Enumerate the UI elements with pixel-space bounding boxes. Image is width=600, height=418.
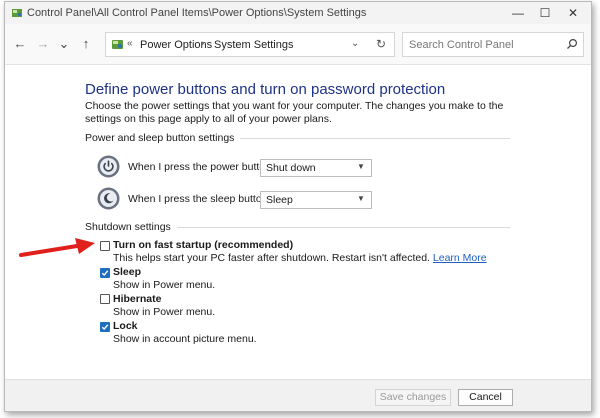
red-arrow-icon [19,238,95,257]
control-panel-window: Control Panel\All Control Panel Items\Po… [4,1,592,412]
search-icon[interactable] [566,38,578,50]
back-button[interactable]: ← [11,35,29,53]
chevron-down-icon: ▼ [357,194,365,203]
hibernate-checkbox[interactable] [100,294,110,304]
checkmark-icon [101,324,109,331]
checkmark-icon [101,270,109,277]
sleep-button-label: When I press the sleep button: [128,193,271,205]
window-title: Control Panel\All Control Panel Items\Po… [27,7,367,19]
save-changes-button[interactable]: Save changes [375,389,451,406]
control-panel-icon [112,40,123,49]
content-area: Define power buttons and turn on passwor… [5,65,591,379]
maximize-button[interactable]: ☐ [532,4,558,22]
power-button-label: When I press the power button: [128,161,274,173]
learn-more-link[interactable]: Learn More [433,252,487,264]
breadcrumb-system-settings[interactable]: System Settings [214,39,293,51]
search-input[interactable] [409,37,559,52]
sleep-option-label[interactable]: Sleep [113,266,141,278]
lock-checkbox[interactable] [100,322,110,332]
sleep-option-description: Show in Power menu. [113,279,216,291]
power-button-icon [97,155,120,178]
lock-option-description: Show in account picture menu. [113,333,257,345]
up-button[interactable]: ↑ [77,35,95,53]
search-box[interactable] [402,32,584,57]
power-button-action-value: Shut down [266,162,316,174]
chevron-down-icon: ▼ [357,162,365,171]
cancel-button[interactable]: Cancel [458,389,513,406]
address-overflow-chevron-icon[interactable]: « [127,38,133,49]
page-description: Choose the power settings that you want … [85,100,504,125]
recent-locations-button[interactable]: ⌄ [55,35,73,53]
title-bar: Control Panel\All Control Panel Items\Po… [5,2,591,24]
sleep-button-action-select[interactable]: Sleep ▼ [260,191,372,209]
sleep-button-icon [97,187,120,210]
control-panel-icon [12,9,22,17]
shutdown-settings-group-title: Shutdown settings [85,221,177,233]
sleep-checkbox[interactable] [100,268,110,278]
minimize-button[interactable]: — [505,4,531,22]
address-bar[interactable]: « Power Options › System Settings ⌄ ↻ [105,32,395,57]
fast-startup-checkbox[interactable] [100,241,110,251]
fast-startup-description: This helps start your PC faster after sh… [113,252,487,264]
footer-bar: Save changes Cancel [5,379,591,411]
power-settings-group-title: Power and sleep button settings [85,132,241,144]
hibernate-option-description: Show in Power menu. [113,306,216,318]
refresh-icon[interactable]: ↻ [376,37,386,51]
lock-option-label[interactable]: Lock [113,320,138,332]
fast-startup-label[interactable]: Turn on fast startup (recommended) [113,239,293,251]
navigation-bar: ← → ⌄ ↑ « Power Options › System Setting… [5,24,591,65]
close-button[interactable]: ✕ [560,4,586,22]
address-dropdown-icon[interactable]: ⌄ [351,38,359,49]
forward-button[interactable]: → [34,35,52,53]
hibernate-option-label[interactable]: Hibernate [113,293,161,305]
sleep-button-action-value: Sleep [266,194,293,206]
breadcrumb-separator-icon: › [201,38,205,49]
page-title: Define power buttons and turn on passwor… [85,81,446,98]
fast-startup-description-text: This helps start your PC faster after sh… [113,252,430,264]
power-button-action-select[interactable]: Shut down ▼ [260,159,372,177]
